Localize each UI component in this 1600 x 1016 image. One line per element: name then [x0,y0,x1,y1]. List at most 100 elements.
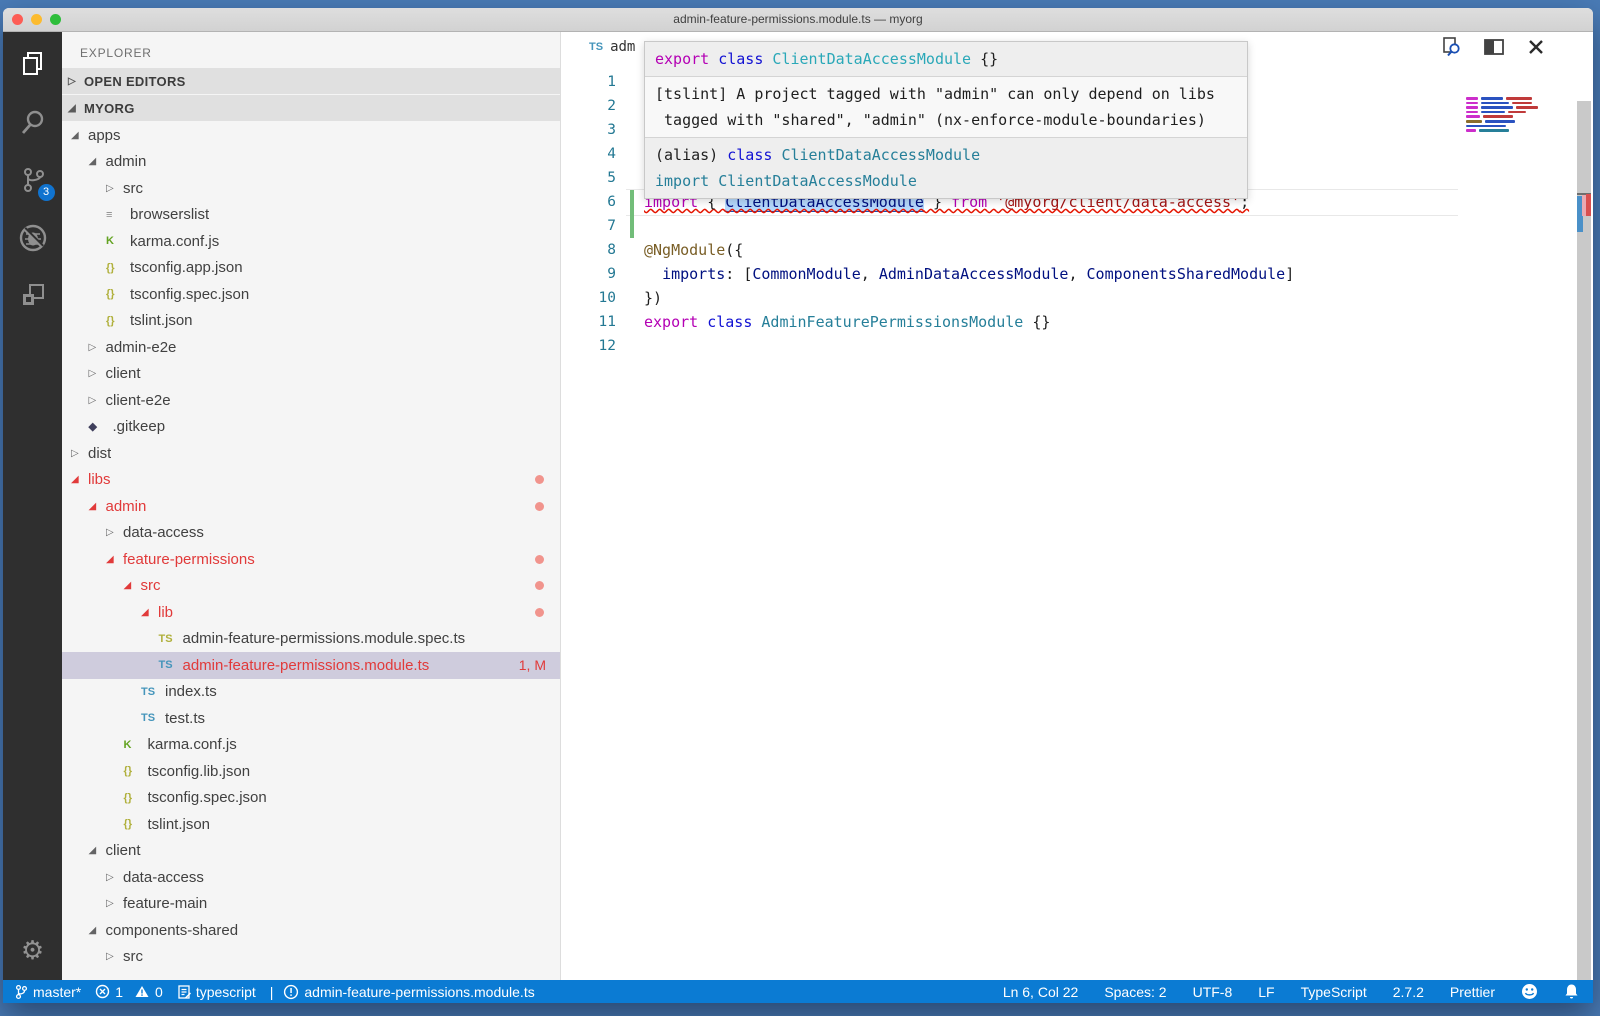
tree-item-tsconfig-app-json[interactable]: {}tsconfig.app.json [62,255,560,282]
tree-item-admin[interactable]: ◢admin [62,493,560,520]
tree-item-client[interactable]: ◢client [62,838,560,865]
code-editor[interactable]: 123 ;4 ';56import { ClientDataAccessModu… [561,62,1593,980]
root-folder-header[interactable]: ◢ MYORG [62,95,560,121]
code-line-9[interactable]: 9 imports: [CommonModule, AdminDataAcces… [561,262,1593,286]
tooltip-type-signature: export class ClientDataAccessModule {} [645,42,1247,76]
list-file-icon: ≡ [106,209,130,221]
line-number: 11 [561,310,616,334]
search-icon[interactable] [15,104,51,140]
folder-expanded-icon: ◢ [89,501,106,512]
tree-item-lib[interactable]: ◢lib [62,599,560,626]
tooltip-alias-info: (alias) class ClientDataAccessModuleimpo… [645,138,1247,198]
tree-item-label: lib [158,604,173,621]
tree-item-label: client-e2e [106,392,171,409]
feedback-smiley-icon[interactable] [1521,983,1538,1000]
folder-expanded-icon: ◢ [71,130,88,141]
scm-badge: 3 [38,184,55,201]
tree-item-label: test.ts [165,710,205,727]
overview-ruler[interactable] [1577,101,1591,980]
tree-item-admin-feature-permissions-module-ts[interactable]: TSadmin-feature-permissions.module.ts1, … [62,652,560,679]
indentation-setting[interactable]: Spaces: 2 [1104,984,1166,1000]
code-line-11[interactable]: 11export class AdminFeaturePermissionsMo… [561,310,1593,334]
code-line-7[interactable]: 7 [561,214,1593,238]
tree-item-feature-permissions[interactable]: ◢feature-permissions [62,546,560,573]
settings-gear-icon[interactable]: ⚙ [3,935,62,966]
tree-item-src[interactable]: ◢src [62,573,560,600]
git-branch-indicator[interactable]: master* [15,984,81,1000]
close-editor-icon[interactable] [1525,36,1547,58]
language-mode[interactable]: TypeScript [1301,984,1367,1000]
tree-item-data-access[interactable]: ▷data-access [62,864,560,891]
line-number: 7 [561,214,616,238]
notifications-bell-icon[interactable] [1564,983,1579,1000]
code-line-12[interactable]: 12 [561,334,1593,358]
tree-item-tsconfig-lib-json[interactable]: {}tsconfig.lib.json [62,758,560,785]
tree-item-client-e2e[interactable]: ▷client-e2e [62,387,560,414]
problems-badge: 1, M [519,657,546,673]
tree-item-tslint-json[interactable]: {}tslint.json [62,308,560,335]
code-line-10[interactable]: 10}) [561,286,1593,310]
ts-file-icon: TS [141,712,165,724]
typescript-version[interactable]: 2.7.2 [1393,984,1424,1000]
error-dot-badge [535,475,544,484]
extensions-icon[interactable] [15,278,51,314]
tree-item-components-shared[interactable]: ◢components-shared [62,917,560,944]
tree-item-feature-main[interactable]: ▷feature-main [62,891,560,918]
json-file-icon: {} [124,792,148,804]
encoding-setting[interactable]: UTF-8 [1193,984,1233,1000]
tree-item-admin-feature-permissions-module-spec-ts[interactable]: TSadmin-feature-permissions.module.spec.… [62,626,560,653]
tree-item-admin-e2e[interactable]: ▷admin-e2e [62,334,560,361]
tree-item-src[interactable]: ▷src [62,175,560,202]
tree-item-label: tslint.json [148,816,211,833]
tree-item-label: src [141,577,161,594]
tree-item-src[interactable]: ▷src [62,944,560,971]
chevron-expanded-icon: ◢ [68,103,84,114]
problems-indicator[interactable]: 1 0 [95,984,163,1000]
json-file-icon: {} [106,288,130,300]
source-control-icon[interactable]: 3 [15,162,51,198]
tree-item-label: admin [106,153,147,170]
folder-collapsed-icon: ▷ [89,342,106,353]
tree-item-client[interactable]: ▷client [62,361,560,388]
tree-item-tsconfig-spec-json[interactable]: {}tsconfig.spec.json [62,785,560,812]
tree-item-browserslist[interactable]: ≡browserslist [62,202,560,229]
tree-item-label: apps [88,127,121,144]
line-content: imports: [CommonModule, AdminDataAccessM… [616,262,1593,286]
file-problems-indicator[interactable]: admin-feature-permissions.module.ts [283,984,534,1000]
eol-setting[interactable]: LF [1258,984,1274,1000]
debug-icon[interactable] [15,220,51,256]
line-content [616,214,1593,238]
editor-group: TS adm 123 [561,32,1593,980]
tree-item-tslint-json[interactable]: {}tslint.json [62,811,560,838]
error-icon [95,984,110,999]
folder-collapsed-icon: ▷ [106,527,123,538]
tree-item-index-ts[interactable]: TSindex.ts [62,679,560,706]
sidebar-title: EXPLORER [62,32,560,68]
split-editor-icon[interactable] [1483,36,1505,58]
tree-item-libs[interactable]: ◢libs [62,467,560,494]
tslint-status[interactable]: typescript [177,984,256,1000]
tree-item-label: src [123,948,143,965]
tree-item-data-access[interactable]: ▷data-access [62,520,560,547]
code-line-8[interactable]: 8@NgModule({ [561,238,1593,262]
tree-item-dist[interactable]: ▷dist [62,440,560,467]
cursor-position[interactable]: Ln 6, Col 22 [1003,984,1079,1000]
tree-item-karma-conf-js[interactable]: Kkarma.conf.js [62,732,560,759]
tree-item-test-ts[interactable]: TStest.ts [62,705,560,732]
tree-item-label: tsconfig.spec.json [148,789,267,806]
tree-item--gitkeep[interactable]: ◆.gitkeep [62,414,560,441]
tree-item-apps[interactable]: ◢apps [62,122,560,149]
explorer-icon[interactable] [15,46,51,82]
tree-item-admin[interactable]: ◢admin [62,149,560,176]
find-in-file-icon[interactable] [1441,36,1463,58]
open-editors-header[interactable]: ▷ OPEN EDITORS [62,68,560,94]
folder-collapsed-icon: ▷ [106,872,123,883]
tree-item-karma-conf-js[interactable]: Kkarma.conf.js [62,228,560,255]
tab-label: adm [610,39,635,55]
tree-item-tsconfig-spec-json[interactable]: {}tsconfig.spec.json [62,281,560,308]
tree-item-label: dist [88,445,111,462]
folder-expanded-icon: ◢ [89,156,106,167]
formatter-status[interactable]: Prettier [1450,984,1495,1000]
minimap[interactable] [1466,97,1538,134]
tab-active-file[interactable]: TS adm [561,32,635,62]
